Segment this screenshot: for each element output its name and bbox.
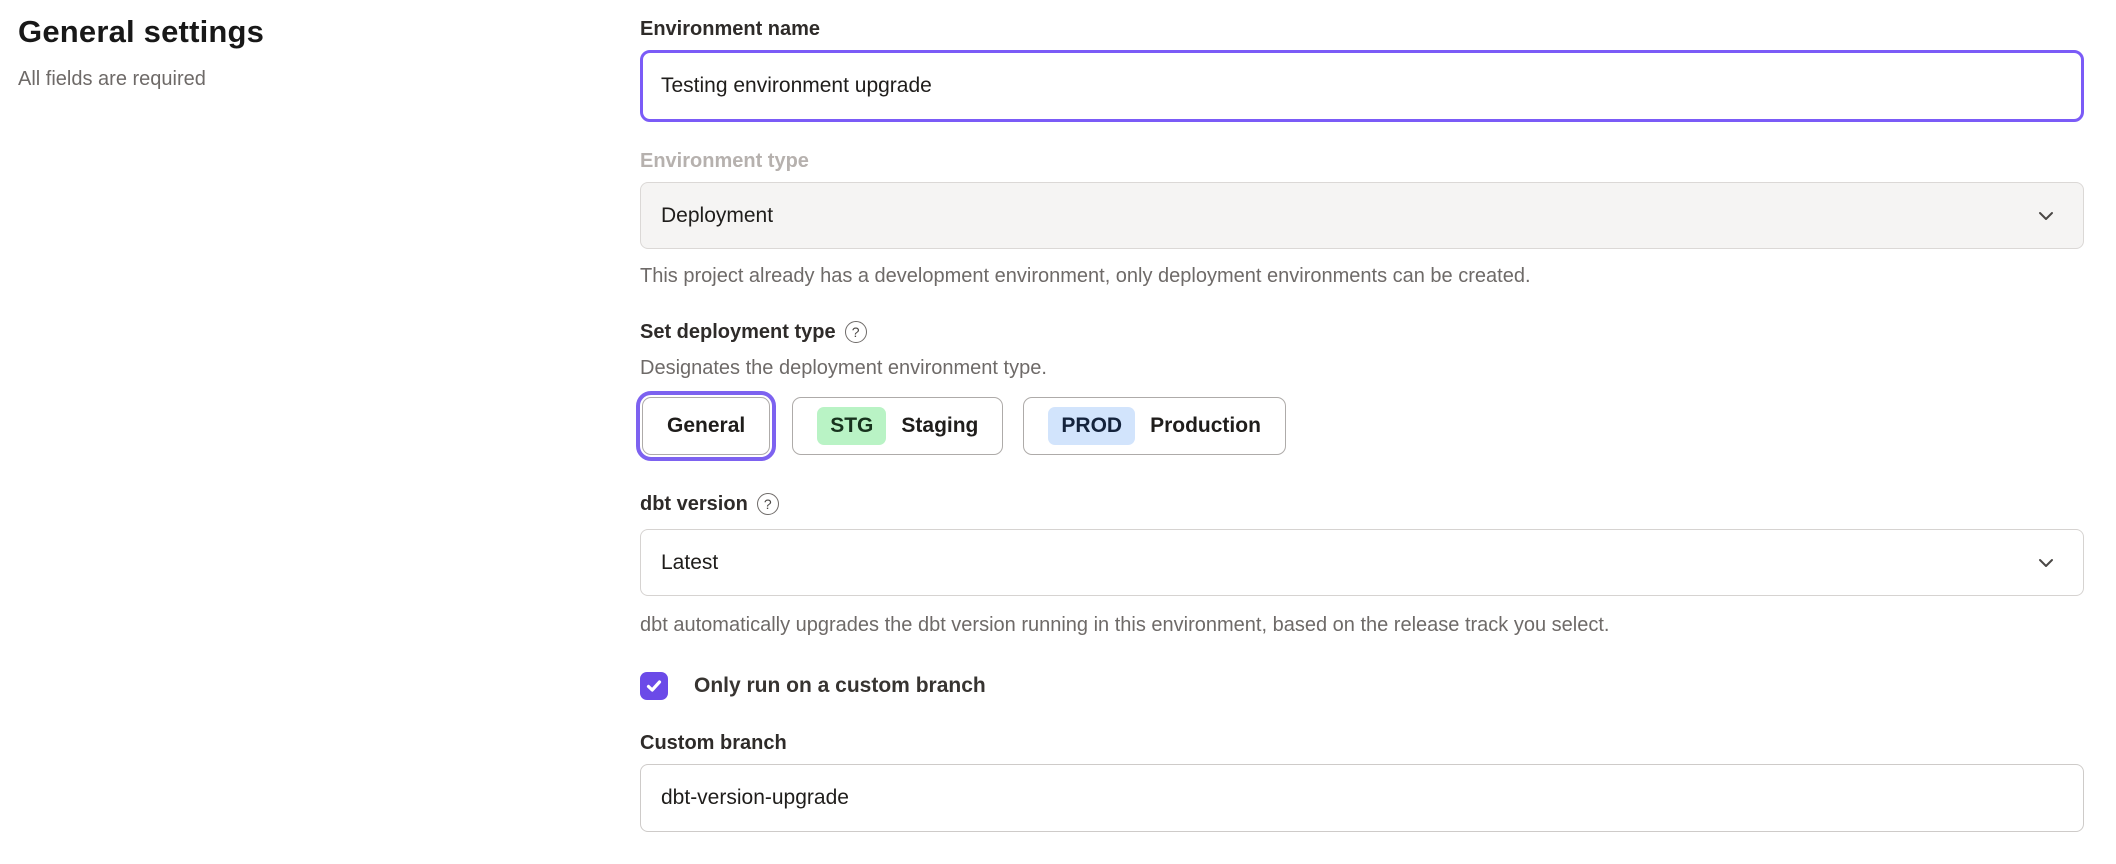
dbt-version-value: Latest [661,551,718,575]
help-icon[interactable]: ? [757,493,779,515]
chevron-down-icon [2035,552,2057,574]
custom-branch-toggle-label[interactable]: Only run on a custom branch [694,674,986,698]
custom-branch-input[interactable] [640,764,2084,832]
dbt-version-label: dbt version [640,491,748,517]
environment-name-input[interactable] [640,50,2084,122]
chevron-down-icon [2035,205,2057,227]
deployment-type-options: General STG Staging PROD Production [640,397,2084,455]
deployment-type-helper: Designates the deployment environment ty… [640,355,2084,381]
deployment-type-staging-label: Staging [901,414,978,438]
page-intro: General settings All fields are required [18,12,578,92]
environment-name-label: Environment name [640,16,2084,42]
deployment-type-staging-button[interactable]: STG Staging [792,397,1003,455]
custom-branch-label: Custom branch [640,730,2084,756]
environment-type-value: Deployment [661,204,773,228]
settings-form: Environment name Environment type Deploy… [640,16,2084,832]
page-subtitle: All fields are required [18,66,578,92]
prod-badge: PROD [1048,407,1135,445]
environment-type-select[interactable]: Deployment [640,182,2084,249]
custom-branch-toggle-row: Only run on a custom branch [640,672,2084,700]
checkmark-icon [645,677,663,695]
dbt-version-select[interactable]: Latest [640,529,2084,596]
deployment-type-general-label: General [667,414,745,438]
environment-type-helper: This project already has a development e… [640,263,2084,289]
deployment-type-production-label: Production [1150,414,1261,438]
custom-branch-checkbox[interactable] [640,672,668,700]
deployment-type-label: Set deployment type [640,319,836,345]
page-title: General settings [18,12,578,52]
dbt-version-helper: dbt automatically upgrades the dbt versi… [640,612,2084,638]
general-settings-page: General settings All fields are required… [0,0,2116,864]
deployment-type-production-button[interactable]: PROD Production [1023,397,1286,455]
deployment-type-general-button[interactable]: General [642,397,770,455]
help-icon[interactable]: ? [845,321,867,343]
stg-badge: STG [817,407,886,445]
environment-type-label: Environment type [640,148,2084,174]
